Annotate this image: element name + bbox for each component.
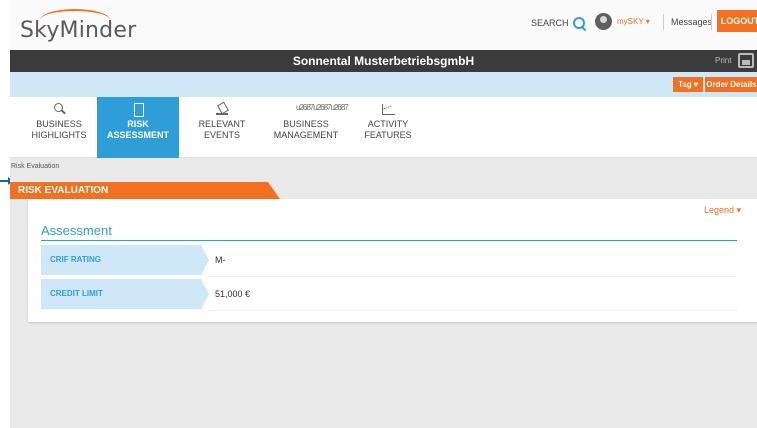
row-divider xyxy=(209,276,737,277)
company-bar: Sonnental MusterbetriebsgmbH Print xyxy=(10,50,757,72)
search-icon xyxy=(572,16,586,30)
top-header: SkyMinder SEARCH mySKY ▾ Messages LOGOUT xyxy=(10,0,757,50)
tab-label: RELEVANT EVENTS xyxy=(198,119,246,140)
tab-relevant-events[interactable]: RELEVANT EVENTS xyxy=(182,97,262,158)
credit-limit-value: 51,000 € xyxy=(215,289,251,299)
printer-icon[interactable] xyxy=(738,53,754,68)
messages-link[interactable]: Messages xyxy=(671,17,712,27)
tab-activity-features[interactable]: ACTIVITY FEATURES xyxy=(350,97,426,158)
assessment-divider xyxy=(41,240,737,241)
breadcrumb: Risk Evaluation xyxy=(11,163,60,170)
crif-rating-value: M- xyxy=(215,255,226,265)
assessment-title: Assessment xyxy=(41,223,112,238)
search-button[interactable]: SEARCH xyxy=(531,14,586,32)
tab-label: BUSINESS HIGHLIGHTS xyxy=(31,119,87,140)
section-title: RISK EVALUATION xyxy=(18,185,109,196)
row-divider xyxy=(209,310,737,311)
tab-label: RISK ASSESSMENT xyxy=(106,119,169,140)
chart-icon xyxy=(381,103,395,115)
page: SkyMinder SEARCH mySKY ▾ Messages LOGOUT… xyxy=(10,0,757,428)
tab-bar: BUSINESS HIGHLIGHTS RISK ASSESSMENT RELE… xyxy=(10,97,757,158)
divider xyxy=(711,14,712,30)
people-icon xyxy=(296,102,348,115)
tab-label: BUSINESS MANAGEMENT xyxy=(273,119,339,140)
gavel-icon xyxy=(215,103,229,115)
action-strip xyxy=(10,72,757,97)
magnifier-icon xyxy=(52,103,66,115)
tab-business-management[interactable]: BUSINESS MANAGEMENT xyxy=(264,97,348,158)
order-details-button[interactable]: Order Details ▾ xyxy=(705,77,757,92)
tag-button[interactable]: Tag ▾ xyxy=(673,77,703,92)
user-avatar-icon[interactable] xyxy=(595,13,612,30)
logo[interactable]: SkyMinder xyxy=(20,18,136,43)
divider xyxy=(663,14,664,30)
logout-button[interactable]: LOGOUT xyxy=(717,10,757,32)
tab-business-highlights[interactable]: BUSINESS HIGHLIGHTS xyxy=(24,97,94,158)
tab-label: ACTIVITY FEATURES xyxy=(364,119,412,140)
legend-dropdown[interactable]: Legend ▾ xyxy=(704,205,741,216)
account-menu[interactable]: mySKY ▾ xyxy=(617,17,650,26)
document-icon xyxy=(131,103,145,117)
tab-risk-assessment[interactable]: RISK ASSESSMENT xyxy=(97,97,179,158)
search-label: SEARCH xyxy=(531,18,569,28)
company-name: Sonnental MusterbetriebsgmbH xyxy=(292,54,475,68)
print-label[interactable]: Print xyxy=(715,56,731,65)
credit-limit-label: CREDIT LIMIT xyxy=(41,279,209,309)
crif-rating-label: CRIF RATING xyxy=(41,245,209,275)
